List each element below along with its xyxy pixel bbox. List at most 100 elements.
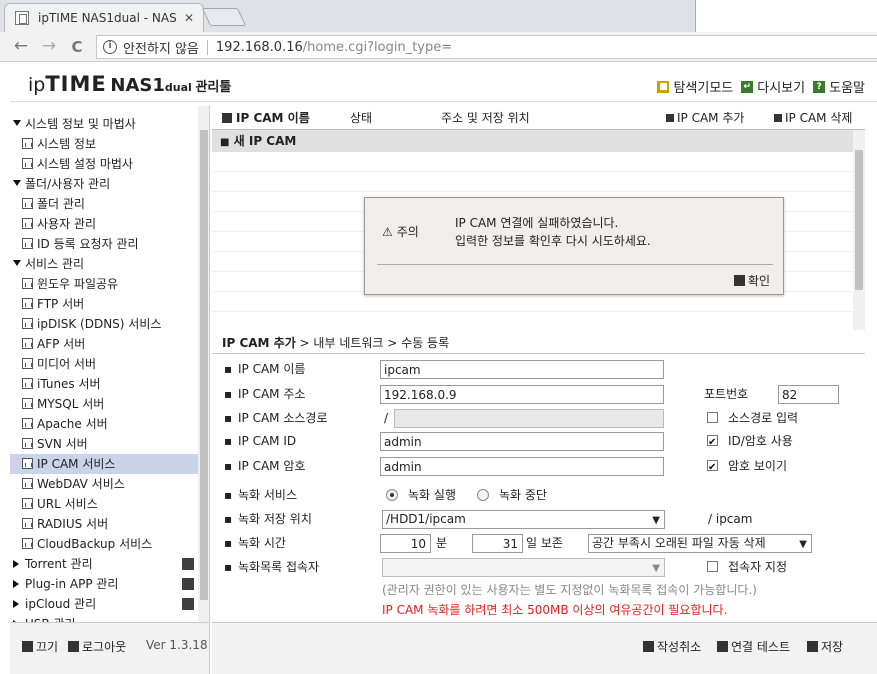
menu-item-icon: [22, 538, 33, 549]
sidebar-item[interactable]: IP CAM 서비스: [10, 454, 198, 474]
recording-stop-radio[interactable]: [477, 489, 489, 501]
sidebar-item[interactable]: Apache 서버: [10, 414, 198, 434]
url-path: /home.cgi?login_type=: [302, 39, 453, 55]
list-scroll-thumb[interactable]: [855, 150, 863, 290]
address-bar[interactable]: i 안전하지 않음 192.168.0.16/home.cgi?login_ty…: [96, 35, 877, 59]
sidebar-item-label: 폴더/사용자 관리: [25, 177, 111, 191]
add-ipcam-button[interactable]: IP CAM 추가: [666, 109, 744, 126]
alert-dialog: ⚠ 주의 IP CAM 연결에 실패하였습니다. 입력한 정보를 확인후 다시 시…: [364, 197, 784, 295]
back-icon[interactable]: ←: [10, 36, 32, 56]
expand-arrow-icon: [13, 120, 21, 126]
ipcam-id-input[interactable]: [380, 432, 664, 451]
sidebar-group[interactable]: Plug-in APP 관리: [10, 574, 198, 594]
sidebar-scroll-thumb[interactable]: [200, 130, 208, 600]
location-select[interactable]: /HDD1/ipcam ▼: [382, 510, 665, 529]
id-use-checkbox[interactable]: [707, 432, 718, 454]
sidebar-item[interactable]: 시스템 설정 마법사: [10, 154, 198, 174]
list-header: IP CAM 이름 상태 주소 및 저장 위치 IP CAM 추가 IP CAM…: [212, 106, 865, 130]
sidebar-item[interactable]: FTP 서버: [10, 294, 198, 314]
minutes-input[interactable]: [380, 534, 431, 553]
source-path-input[interactable]: [394, 409, 664, 428]
retention-select[interactable]: 공간 부족시 오래된 파일 자동 삭제 ▼: [588, 534, 812, 553]
sidebar-group[interactable]: USB 관리: [10, 614, 198, 622]
sidebar-item[interactable]: ipDISK (DDNS) 서비스: [10, 314, 198, 334]
source-path-checkbox-label: 소스경로 입력: [728, 411, 799, 425]
dialog-divider: [377, 264, 773, 265]
sidebar-item[interactable]: AFP 서버: [10, 334, 198, 354]
row-viewer: ▪ 녹화목록 접속자 ▼ 접속자 지정: [212, 556, 865, 578]
new-tab-button[interactable]: [201, 8, 247, 26]
col-name: IP CAM 이름: [222, 109, 310, 126]
sidebar-scrollbar[interactable]: [198, 106, 209, 622]
sidebar-item-label: 미디어 서버: [37, 357, 97, 371]
sidebar-group[interactable]: 폴더/사용자 관리: [10, 174, 198, 194]
action-bar: 작성취소 연결 테스트 저장: [212, 622, 877, 674]
sidebar-item-label: 서비스 관리: [25, 257, 85, 271]
sidebar-item-label: iTunes 서버: [37, 377, 101, 391]
explorer-mode-link[interactable]: ■ 탐색기모드: [657, 77, 733, 96]
page-icon: [15, 11, 29, 25]
recording-run-radio[interactable]: [386, 489, 398, 501]
sidebar-item[interactable]: WebDAV 서비스: [10, 474, 198, 494]
viewer-select[interactable]: ▼: [382, 558, 665, 577]
port-input[interactable]: [778, 385, 839, 404]
sidebar-item-label: RADIUS 서버: [37, 517, 109, 531]
connection-test-button[interactable]: 연결 테스트: [717, 638, 790, 655]
sidebar-item[interactable]: 폴더 관리: [10, 194, 198, 214]
logout-button[interactable]: 로그아웃: [68, 638, 126, 655]
dialog-line2: 입력한 정보를 확인후 다시 시도하세요.: [455, 234, 651, 248]
sidebar-group[interactable]: Torrent 관리: [10, 554, 198, 574]
ipcam-address-input[interactable]: [380, 385, 664, 404]
sidebar-item[interactable]: CloudBackup 서비스: [10, 534, 198, 554]
bullet: ▪: [224, 411, 233, 425]
sidebar-item[interactable]: 사용자 관리: [10, 214, 198, 234]
sidebar-item[interactable]: URL 서비스: [10, 494, 198, 514]
reload-icon[interactable]: C: [66, 38, 88, 56]
show-password-checkbox[interactable]: [707, 457, 718, 479]
menu-item-icon: [22, 318, 33, 329]
sidebar-item[interactable]: MYSQL 서버: [10, 394, 198, 414]
sidebar-item[interactable]: 윈도우 파일공유: [10, 274, 198, 294]
sidebar-group[interactable]: 서비스 관리: [10, 254, 198, 274]
sidebar: 시스템 정보 및 마법사 시스템 정보 시스템 설정 마법사폴더/사용자 관리폴더 …: [10, 106, 210, 622]
sidebar-item[interactable]: 시스템 정보: [10, 134, 198, 154]
ipcam-name-input[interactable]: [380, 360, 664, 379]
help-link[interactable]: ? 도움말: [813, 77, 865, 96]
address-separator: [206, 39, 208, 55]
ok-button[interactable]: 확인: [733, 272, 770, 289]
menu-item-icon: [22, 418, 33, 429]
power-off-button[interactable]: 끄기: [22, 638, 58, 655]
save-button[interactable]: 저장: [807, 638, 843, 655]
browser-tab[interactable]: ipTIME NAS1dual - NAS ✕: [4, 3, 204, 32]
ipcam-password-input[interactable]: [380, 457, 664, 476]
days-input[interactable]: [472, 534, 523, 553]
window-blank-area: [695, 0, 877, 32]
sidebar-item[interactable]: RADIUS 서버: [10, 514, 198, 534]
logo-time: TIME: [45, 72, 107, 96]
sidebar-group[interactable]: ipCloud 관리: [10, 594, 198, 614]
list-item[interactable]: ■ 새 IP CAM: [212, 130, 853, 152]
chevron-down-icon: ▼: [799, 539, 807, 550]
sidebar-item[interactable]: SVN 서버: [10, 434, 198, 454]
cancel-label: 작성취소: [657, 640, 702, 654]
refresh-link[interactable]: ↵ 다시보기: [741, 77, 805, 96]
sidebar-item[interactable]: iTunes 서버: [10, 374, 198, 394]
sidebar-item[interactable]: ID 등록 요청자 관리: [10, 234, 198, 254]
close-icon[interactable]: ✕: [184, 11, 194, 25]
sidebar-group[interactable]: 시스템 정보 및 마법사: [10, 114, 198, 134]
forward-icon[interactable]: →: [38, 36, 60, 56]
plus-icon: [666, 113, 674, 122]
viewer-specify-checkbox[interactable]: [707, 561, 718, 572]
sidebar-item[interactable]: 미디어 서버: [10, 354, 198, 374]
app-logo: ipTIME NAS1dual 관리툴: [28, 72, 231, 96]
source-path-checkbox[interactable]: [707, 412, 718, 423]
delete-ipcam-button[interactable]: IP CAM 삭제: [774, 109, 852, 126]
header-links: ■ 탐색기모드 ↵ 다시보기 ? 도움말: [657, 77, 865, 96]
cancel-button[interactable]: 작성취소: [643, 638, 701, 655]
delete-ipcam-label: IP CAM 삭제: [785, 111, 853, 125]
info-icon[interactable]: i: [103, 40, 117, 54]
row-address: ▪ IP CAM 주소 포트번호: [212, 383, 865, 405]
password-label: IP CAM 암호: [238, 459, 306, 473]
list-scrollbar[interactable]: [853, 130, 865, 330]
sidebar-item-label: MYSQL 서버: [37, 397, 105, 411]
